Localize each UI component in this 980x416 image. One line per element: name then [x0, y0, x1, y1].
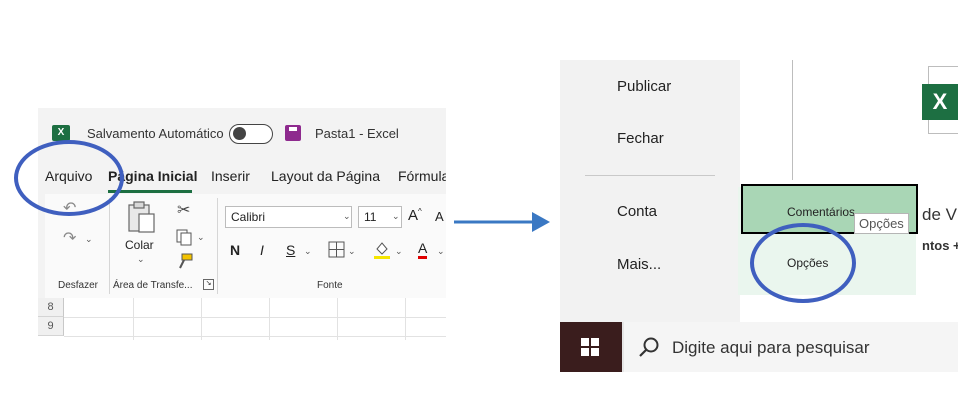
backstage-menu: Publicar Fechar Conta Mais...: [560, 60, 740, 322]
paste-label[interactable]: Colar: [125, 238, 154, 252]
clipboard-launcher-icon[interactable]: ↘: [203, 279, 214, 290]
clipboard-group-label: Área de Transfe...: [113, 280, 193, 291]
save-icon[interactable]: [285, 125, 301, 141]
copy-icon[interactable]: [175, 228, 193, 246]
highlight-circle: [750, 223, 856, 303]
toggle-knob: [233, 127, 246, 140]
search-icon: [639, 337, 659, 357]
menu-item-account[interactable]: Conta: [617, 203, 657, 220]
taskbar-search-box[interactable]: Digite aqui para pesquisar: [624, 322, 958, 372]
gridline: [337, 298, 338, 340]
font-name-dropdown-icon[interactable]: ⌄: [343, 211, 351, 222]
borders-dropdown-icon[interactable]: ⌄: [348, 246, 356, 257]
fill-color-dropdown-icon[interactable]: ⌄: [395, 246, 403, 257]
underline-dropdown-icon[interactable]: ⌄: [304, 246, 312, 257]
tab-page-layout[interactable]: Layout da Página: [271, 168, 380, 184]
paste-dropdown-icon[interactable]: ⌄: [137, 254, 145, 265]
gridline: [133, 298, 134, 340]
flyout-item-comments-label: Comentários: [787, 205, 856, 219]
fill-color-icon[interactable]: [373, 240, 391, 260]
shrink-font-button[interactable]: A: [435, 209, 444, 224]
underline-button[interactable]: S: [286, 242, 295, 258]
font-name-value: Calibri: [231, 210, 266, 224]
group-divider: [109, 198, 110, 294]
ribbon: ↶ ⌄ ↷ ⌄ Desfazer Colar ⌄ ✂ ⌄ Área de Tra…: [45, 194, 446, 298]
start-button[interactable]: [560, 322, 622, 372]
italic-button[interactable]: I: [260, 242, 264, 258]
arrow-icon: [454, 212, 550, 232]
row-header[interactable]: 8: [38, 298, 64, 317]
excel-icon: X: [922, 84, 958, 120]
font-name-select[interactable]: Calibri: [225, 206, 352, 228]
template-title-partial: de V: [922, 205, 957, 224]
grow-font-label: A: [408, 207, 419, 224]
autosave-toggle[interactable]: [229, 124, 273, 144]
windows-icon: [581, 338, 599, 356]
gridline: [64, 336, 446, 337]
gridline: [64, 317, 446, 318]
font-color-dropdown-icon[interactable]: ⌄: [437, 246, 445, 257]
excel-window: X Salvamento Automático Pasta1 - Excel A…: [38, 108, 446, 340]
tooltip: Opções: [854, 213, 909, 234]
menu-divider: [585, 175, 715, 176]
gridline: [405, 298, 406, 340]
autosave-label: Salvamento Automático: [87, 126, 224, 141]
row-header[interactable]: 9: [38, 317, 64, 336]
highlight-circle: [14, 140, 124, 216]
cut-icon[interactable]: ✂: [177, 200, 190, 220]
borders-icon[interactable]: [328, 241, 345, 258]
search-placeholder: Digite aqui para pesquisar: [672, 338, 870, 357]
font-size-dropdown-icon[interactable]: ⌄: [392, 211, 400, 222]
excel-icon: X: [52, 125, 70, 141]
gridline: [201, 298, 202, 340]
menu-item-more[interactable]: Mais...: [617, 256, 661, 273]
undo-group-label: Desfazer: [58, 280, 99, 291]
template-subtitle-partial: ntos +: [922, 238, 958, 253]
redo-dropdown-icon[interactable]: ⌄: [85, 234, 93, 245]
font-group-label: Fonte: [317, 280, 343, 291]
windows-taskbar: Digite aqui para pesquisar: [560, 322, 958, 372]
font-color-button[interactable]: A: [418, 240, 428, 259]
paste-icon[interactable]: [125, 200, 159, 234]
content-divider: [792, 60, 793, 180]
tab-insert[interactable]: Inserir: [211, 168, 250, 184]
gridline: [269, 298, 270, 340]
font-size-value: 11: [364, 210, 377, 224]
backstage-view: Publicar Fechar Conta Mais... X de V nto…: [560, 60, 958, 372]
menu-item-publish[interactable]: Publicar: [617, 78, 671, 95]
document-title: Pasta1 - Excel: [315, 126, 399, 141]
grow-font-button[interactable]: A^: [408, 207, 422, 224]
redo-icon[interactable]: ↷: [63, 228, 76, 248]
worksheet-grid[interactable]: 8 9: [38, 298, 446, 340]
menu-item-close[interactable]: Fechar: [617, 130, 664, 147]
group-divider: [217, 198, 218, 294]
format-painter-icon[interactable]: [176, 252, 194, 270]
tab-formulas[interactable]: Fórmula: [398, 168, 446, 184]
bold-button[interactable]: N: [230, 242, 240, 258]
copy-dropdown-icon[interactable]: ⌄: [197, 232, 205, 243]
shrink-font-label: A: [435, 209, 444, 224]
